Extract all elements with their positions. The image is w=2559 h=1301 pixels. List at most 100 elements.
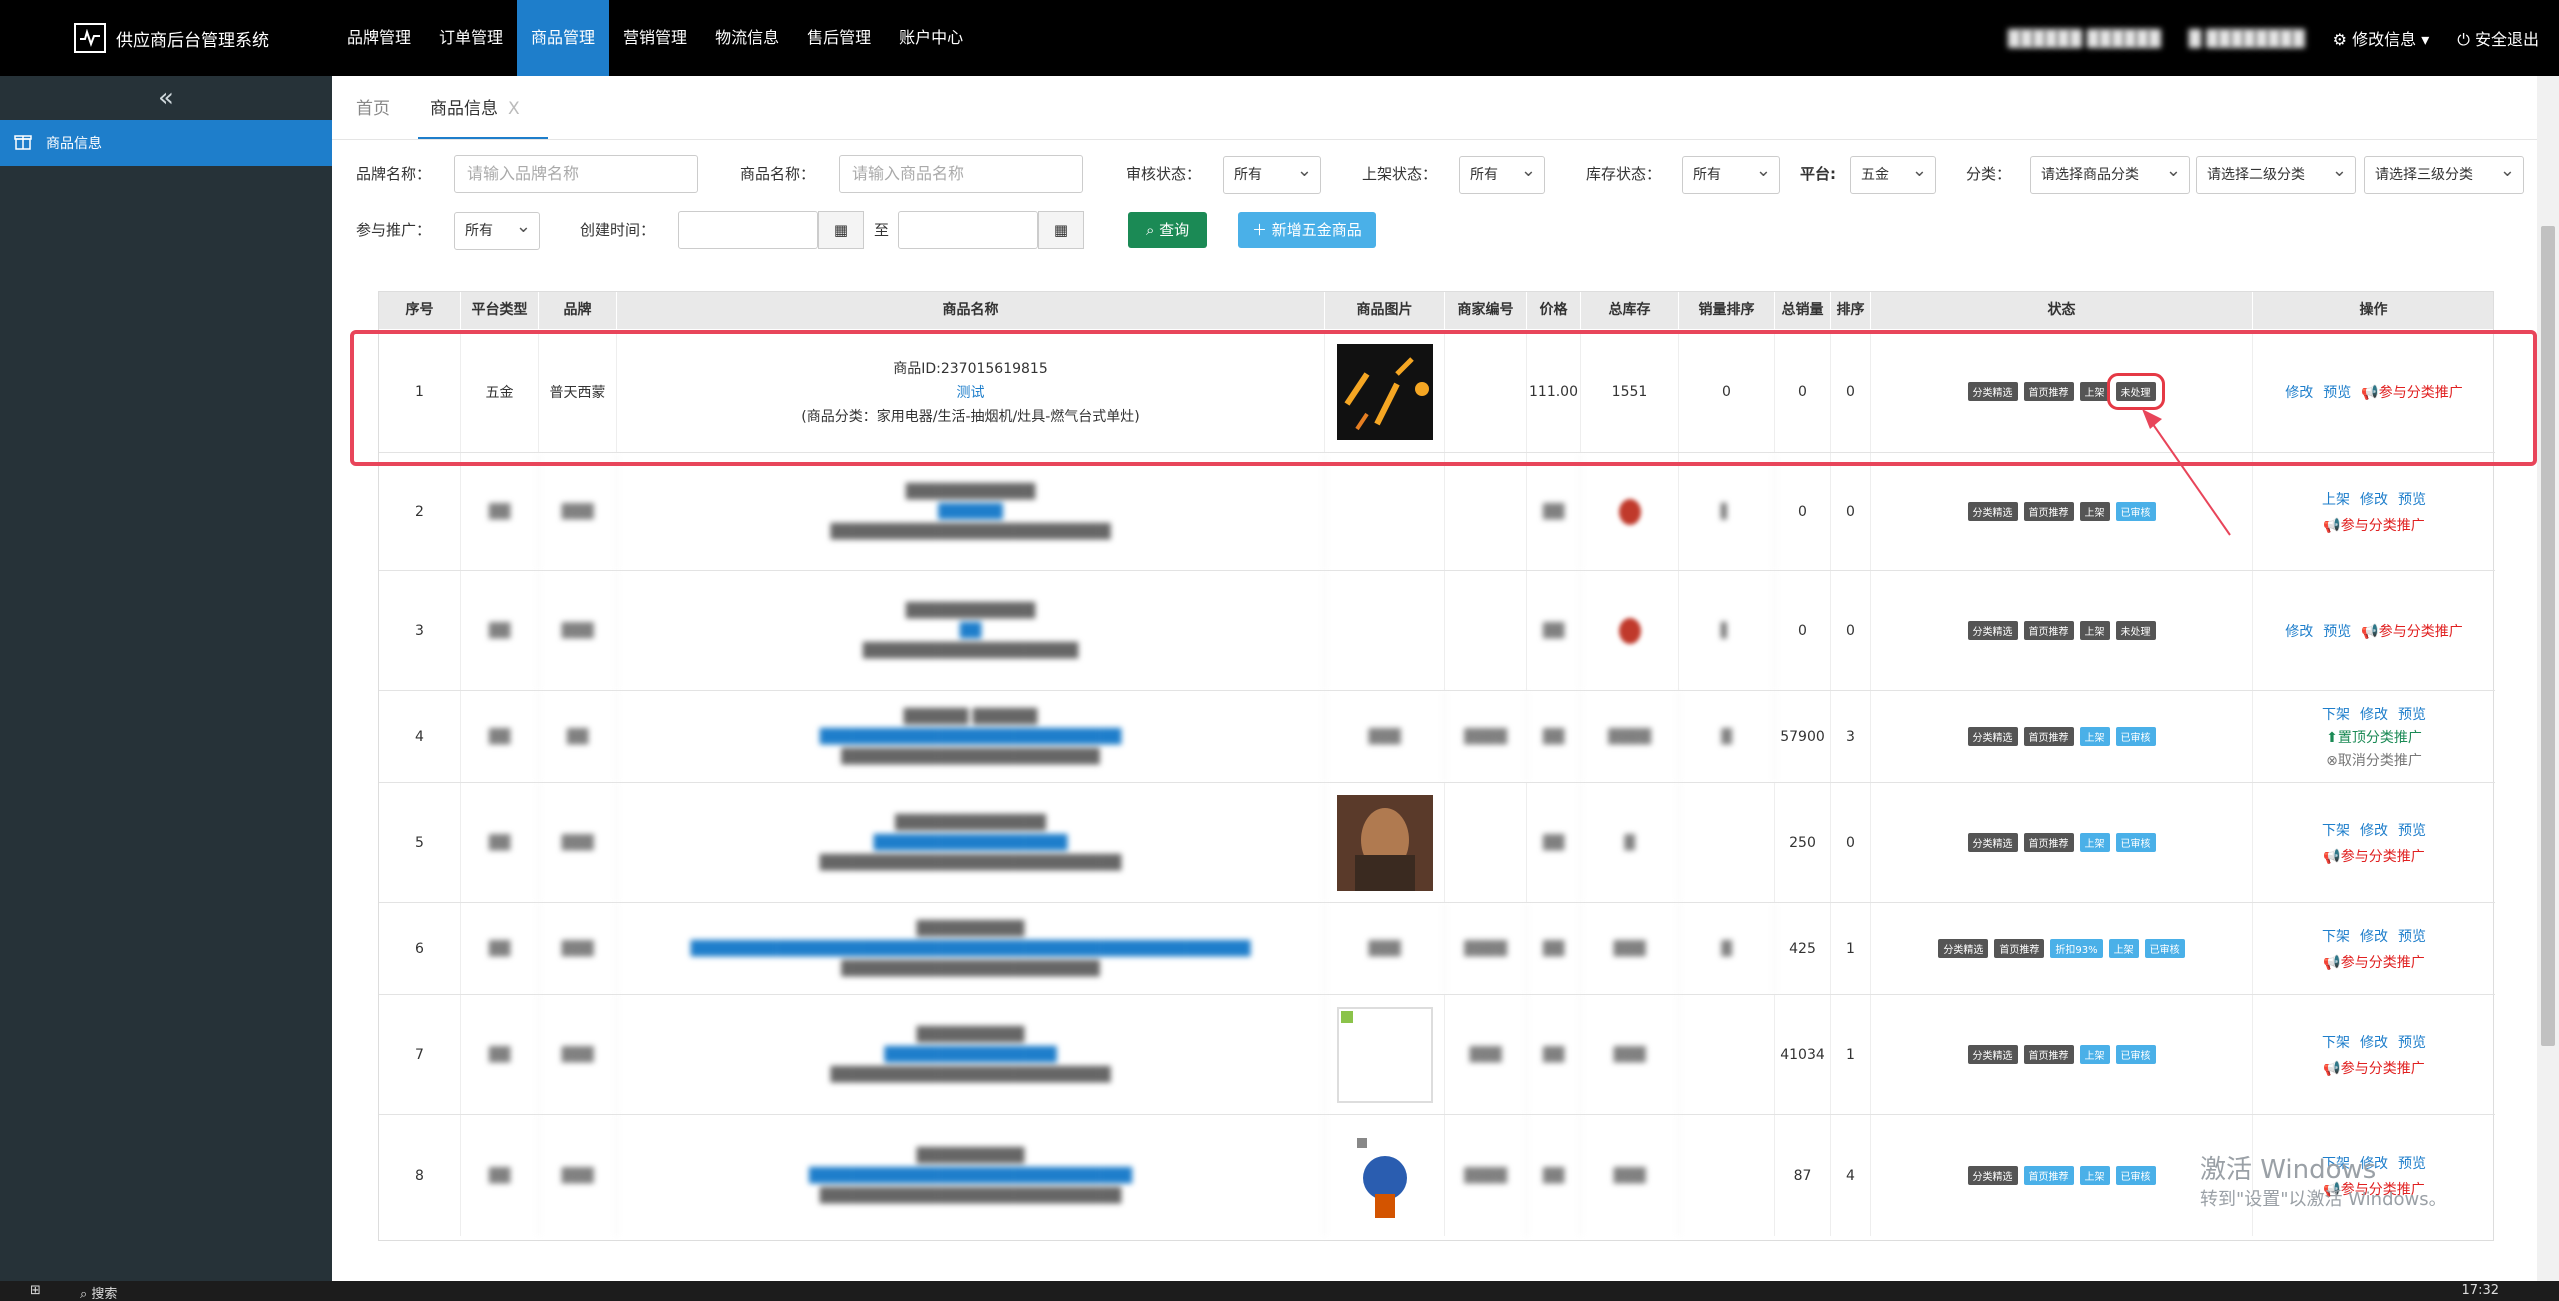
- edit-info-menu[interactable]: ⚙ 修改信息 ▾: [2333, 26, 2430, 50]
- preview-link[interactable]: 预览: [2398, 1032, 2426, 1052]
- windows-start-icon[interactable]: ⊞: [30, 1283, 41, 1298]
- row-merchant-no: [1445, 571, 1527, 690]
- product-thumbnail[interactable]: [1336, 1127, 1433, 1224]
- col-sales-rank[interactable]: 销量排序: [1679, 292, 1775, 329]
- promo-select[interactable]: 所有: [454, 209, 540, 250]
- category2-select[interactable]: 请选择二级分类: [2196, 153, 2356, 194]
- edit-link[interactable]: 修改: [2360, 820, 2388, 840]
- table-row: 6 ▓▓ ▓▓▓ ██████████ █████████████████████…: [379, 902, 2495, 994]
- row-sort: 1: [1831, 995, 1871, 1114]
- edit-link[interactable]: 修改: [2360, 704, 2388, 724]
- preview-link[interactable]: 预览: [2398, 489, 2426, 509]
- shelf-off-link[interactable]: 下架: [2322, 1032, 2350, 1052]
- join-promo-link[interactable]: 📢参与分类推广: [2361, 621, 2462, 641]
- category3-select[interactable]: 请选择三级分类: [2364, 153, 2524, 194]
- join-promo-link[interactable]: 📢参与分类推广: [2323, 1058, 2424, 1078]
- brand-name-input[interactable]: 请输入品牌名称: [454, 155, 698, 193]
- col-price: 价格: [1527, 292, 1581, 329]
- sidebar: « 商品信息: [0, 76, 332, 1281]
- row-index: 3: [379, 571, 461, 690]
- row-price: ▓▓: [1527, 783, 1581, 902]
- plus-icon: ＋: [1252, 221, 1272, 239]
- preview-link[interactable]: 预览: [2398, 820, 2426, 840]
- pin-promo-link[interactable]: ⬆置顶分类推广: [2326, 727, 2422, 747]
- collapse-sidebar-icon[interactable]: «: [0, 76, 332, 120]
- created-start-input[interactable]: [678, 211, 818, 249]
- row-sort: 1: [1831, 903, 1871, 994]
- status-badge: 首页推荐: [2023, 727, 2074, 746]
- logout-button[interactable]: ⏻ 安全退出: [2457, 26, 2539, 50]
- preview-link[interactable]: 预览: [2398, 926, 2426, 946]
- nav-aftersales[interactable]: 售后管理: [793, 0, 885, 76]
- table-row: 5 ▓▓ ▓▓▓ ██████████████ █████████████████…: [379, 782, 2495, 902]
- edit-link[interactable]: 修改: [2285, 621, 2313, 641]
- row-platform: ▓▓: [461, 995, 539, 1114]
- add-label: 新增五金商品: [1271, 221, 1362, 239]
- row-index: 4: [379, 691, 461, 782]
- join-promo-link[interactable]: 📢参与分类推广: [2323, 515, 2424, 535]
- nav-marketing[interactable]: 营销管理: [609, 0, 701, 76]
- row-stock: ▓▓▓: [1581, 1115, 1679, 1236]
- sidebar-item-products[interactable]: 商品信息: [0, 120, 332, 166]
- top-bar: 供应商后台管理系统 品牌管理 订单管理 商品管理 营销管理 物流信息 售后管理 …: [0, 0, 2559, 76]
- shelf-off-link[interactable]: 下架: [2322, 926, 2350, 946]
- preview-link[interactable]: 预览: [2398, 704, 2426, 724]
- stock-status-select[interactable]: 所有: [1682, 153, 1780, 194]
- category1-select[interactable]: 请选择商品分类: [2030, 153, 2190, 194]
- status-badge: 首页推荐: [2023, 1045, 2074, 1064]
- row-status: 分类精选 首页推荐 上架 已审核: [1871, 995, 2253, 1114]
- preview-link[interactable]: 预览: [2323, 621, 2351, 641]
- join-promo-link[interactable]: 📢参与分类推广: [2323, 846, 2424, 866]
- product-thumbnail[interactable]: [1336, 1006, 1433, 1103]
- add-hardware-product-button[interactable]: ＋ 新增五金商品: [1238, 212, 1376, 248]
- brand-label: 品牌名称：: [356, 165, 432, 183]
- nav-products[interactable]: 商品管理: [517, 0, 610, 76]
- calendar-icon[interactable]: ▦: [818, 211, 864, 249]
- tab-home[interactable]: 首页: [344, 79, 418, 139]
- cancel-promo-link[interactable]: ⊗取消分类推广: [2326, 750, 2422, 770]
- page-scrollbar[interactable]: [2537, 76, 2559, 1281]
- row-stock: [1581, 453, 1679, 570]
- platform-select[interactable]: 五金: [1850, 153, 1936, 194]
- created-end-input[interactable]: [898, 211, 1038, 249]
- table-header: 序号 平台类型 品牌 商品名称 商品图片 商家编号 价格 总库存 销量排序 总销…: [379, 292, 2495, 329]
- row-actions: 上架 修改 预览 📢参与分类推广: [2253, 453, 2495, 570]
- shelf-off-link[interactable]: 下架: [2322, 704, 2350, 724]
- edit-link[interactable]: 修改: [2360, 926, 2388, 946]
- shelf-off-link[interactable]: 下架: [2322, 820, 2350, 840]
- product-thumbnail[interactable]: [1336, 794, 1433, 891]
- nav-account[interactable]: 账户中心: [885, 0, 977, 76]
- query-button[interactable]: ⌕ 查询: [1128, 212, 1208, 248]
- join-promo-label: 参与分类推广: [2340, 1060, 2425, 1077]
- stock-label: 库存状态：: [1586, 165, 1662, 183]
- product-name-input[interactable]: 请输入商品名称: [839, 155, 1083, 193]
- row-image: ▓▓▓: [1325, 903, 1445, 994]
- col-platform: 平台类型: [461, 292, 539, 329]
- tab-products[interactable]: 商品信息 X: [418, 79, 548, 139]
- status-badge: 分类精选: [1967, 833, 2018, 852]
- shelf-on-link[interactable]: 上架: [2322, 489, 2350, 509]
- nav-logistics[interactable]: 物流信息: [701, 0, 793, 76]
- nav-brand[interactable]: 品牌管理: [333, 0, 425, 76]
- join-promo-link[interactable]: 📢参与分类推广: [2323, 952, 2424, 972]
- col-stock[interactable]: 总库存: [1581, 292, 1679, 329]
- close-icon[interactable]: X: [508, 99, 520, 119]
- taskbar-search[interactable]: ⌕ 搜索: [80, 1283, 117, 1301]
- edit-link[interactable]: 修改: [2360, 489, 2388, 509]
- row-product-name: ████████████████████████████████████████…: [617, 903, 1325, 994]
- row-stock: ▓: [1581, 783, 1679, 902]
- shelf-status-select[interactable]: 所有: [1459, 153, 1545, 194]
- discount-badge: 折扣93%: [2050, 939, 2103, 958]
- nav-orders[interactable]: 订单管理: [425, 0, 517, 76]
- row-sales: 0: [1775, 453, 1831, 570]
- platform-label: 平台:: [1800, 165, 1836, 183]
- taskbar-search-label: 搜索: [91, 1287, 118, 1301]
- audit-status-select[interactable]: 所有: [1223, 153, 1321, 194]
- row-image: [1325, 995, 1445, 1114]
- promo-label: 参与推广：: [356, 221, 432, 239]
- status-badge: 已审核: [2144, 939, 2185, 958]
- scrollbar-thumb[interactable]: [2541, 226, 2555, 1046]
- edit-link[interactable]: 修改: [2360, 1032, 2388, 1052]
- calendar-icon[interactable]: ▦: [1038, 211, 1084, 249]
- app-logo[interactable]: 供应商后台管理系统: [74, 22, 269, 54]
